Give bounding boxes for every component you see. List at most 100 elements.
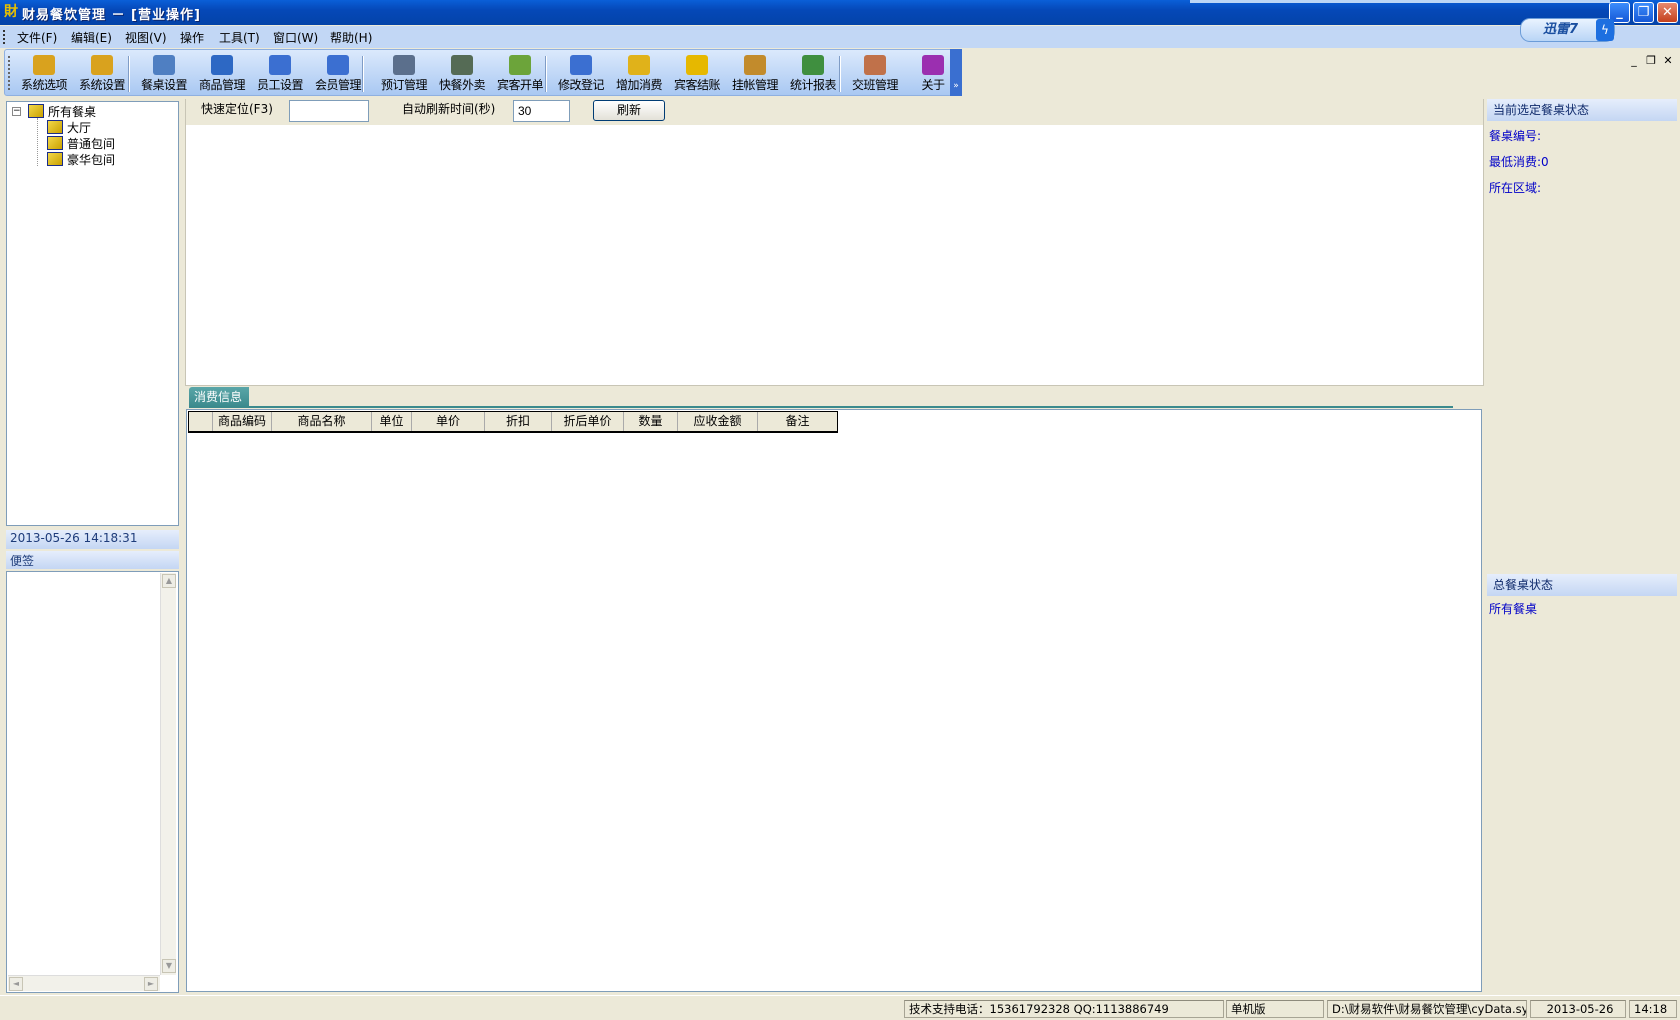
mdi-close-button[interactable]: ✕ [1662, 54, 1674, 68]
toolbar-button-money-bag[interactable]: 挂帐管理 [726, 53, 784, 95]
quick-locate-label: 快速定位(F3) [201, 102, 273, 116]
toolbar-button-label: 统计报表 [789, 78, 837, 92]
edition-label: 单机版 [1226, 1000, 1324, 1018]
grid-header-price[interactable]: 单价 [412, 412, 485, 431]
hammer-icon [91, 55, 113, 75]
tree-node-regular-room[interactable]: 普通包间 [47, 136, 115, 152]
toolbar-button-label: 商品管理 [198, 78, 246, 92]
toolbar-button-hammer[interactable]: 系统设置 [73, 53, 131, 95]
menu-operate[interactable]: 操作 [180, 30, 204, 46]
toolbar-button-gift[interactable]: 宾客开单 [491, 53, 549, 95]
database-path: D:\财易软件\财易餐饮管理\cyData.sy [1327, 1000, 1527, 1018]
tree-node-all-tables[interactable]: 所有餐桌 [28, 104, 96, 120]
tree-node-luxury-room[interactable]: 豪华包间 [47, 152, 115, 168]
scroll-down-icon[interactable]: ▼ [162, 959, 176, 973]
title-progress-strip [1190, 0, 1610, 3]
mdi-minimize-button[interactable]: _ [1628, 54, 1640, 68]
memo-horizontal-scrollbar[interactable]: ◄ ► [8, 975, 160, 991]
app-icon: 財 [4, 4, 18, 20]
folder-icon [47, 120, 63, 134]
grid-header-quantity[interactable]: 数量 [624, 412, 678, 431]
scroll-up-icon[interactable]: ▲ [162, 574, 176, 588]
toolbar-button-hammer[interactable]: 系统选项 [15, 53, 73, 95]
toolbar-separator [839, 56, 841, 92]
folder-icon [47, 152, 63, 166]
add-icon [628, 55, 650, 75]
grid-header-discounted-price[interactable]: 折后单价 [552, 412, 624, 431]
box-icon [211, 55, 233, 75]
selected-table-status-title: 当前选定餐桌状态 [1487, 99, 1677, 121]
grid-header-code[interactable]: 商品编码 [213, 412, 272, 431]
restore-button[interactable]: ❐ [1633, 2, 1654, 23]
refresh-button[interactable]: 刷新 [593, 100, 665, 121]
toolbar-separator [545, 56, 547, 92]
user-icon [269, 55, 291, 75]
toolbar-button-label: 会员管理 [314, 78, 362, 92]
tree-connector [37, 118, 38, 166]
datetime-display: 2013-05-26 14:18:31 [6, 530, 179, 549]
toolbar-button-bar-chart[interactable]: 统计报表 [784, 53, 842, 95]
auto-refresh-label: 自动刷新时间(秒) [402, 102, 496, 116]
all-tables-link[interactable]: 所有餐桌 [1489, 600, 1537, 617]
menu-grip [3, 30, 6, 44]
bar-chart-icon [802, 55, 824, 75]
tab-consumption-info[interactable]: 消费信息 [189, 387, 249, 407]
close-button[interactable]: ✕ [1657, 2, 1678, 23]
help-icon [922, 55, 944, 75]
title-bar: 財 财易餐饮管理 － [营业操作] _ ❐ ✕ [0, 0, 1680, 25]
mdi-restore-button[interactable]: ❐ [1645, 54, 1657, 68]
grid-header-unit[interactable]: 单位 [372, 412, 412, 431]
toolbar-button-box[interactable]: 商品管理 [193, 53, 251, 95]
table-number-label: 餐桌编号: [1489, 129, 1542, 143]
status-bar: 技术支持电话：15361792328 QQ:1113886749 单机版 D:\… [0, 995, 1680, 1020]
xunlei-bolt-icon[interactable]: ϟ [1596, 19, 1614, 41]
tree-collapse-icon[interactable]: − [12, 107, 21, 116]
tree-node-label: 大厅 [67, 121, 92, 135]
scroll-left-icon[interactable]: ◄ [9, 977, 23, 991]
toolbar-button-label: 餐桌设置 [140, 78, 188, 92]
auto-refresh-seconds-input[interactable] [513, 100, 570, 122]
quick-locate-input[interactable] [289, 100, 369, 122]
toolbar-button-handover[interactable]: 交班管理 [846, 53, 904, 95]
toolbar-button-label: 员工设置 [256, 78, 304, 92]
grid-header-indicator[interactable] [189, 412, 213, 431]
menu-help[interactable]: 帮助(H) [330, 30, 372, 46]
grid-header-remark[interactable]: 备注 [758, 412, 837, 431]
toolbar-separator [362, 56, 364, 92]
tree-node-hall[interactable]: 大厅 [47, 120, 91, 136]
window-title: 财易餐饮管理 － [营业操作] [22, 8, 201, 23]
scroll-right-icon[interactable]: ► [144, 977, 158, 991]
menu-window[interactable]: 窗口(W) [273, 30, 318, 46]
memo-textarea[interactable] [6, 571, 179, 993]
money-bag-icon [744, 55, 766, 75]
table-layout-area[interactable] [185, 99, 1484, 386]
toolbar-button-member[interactable]: 会员管理 [309, 53, 367, 95]
toolbar-button-label: 快餐外卖 [438, 78, 486, 92]
grid-header-name[interactable]: 商品名称 [272, 412, 372, 431]
toolbar-button-book[interactable]: 预订管理 [375, 53, 433, 95]
book-icon [393, 55, 415, 75]
area-label: 所在区域: [1489, 181, 1542, 195]
toolbar-button-user[interactable]: 员工设置 [251, 53, 309, 95]
toolbar-button-edit-user[interactable]: 修改登记 [552, 53, 610, 95]
menu-file[interactable]: 文件(F) [17, 30, 57, 46]
tree-node-label: 所有餐桌 [48, 105, 97, 119]
toolbar-button-add[interactable]: 增加消费 [610, 53, 668, 95]
toolbar-button-yen-coin[interactable]: 宾客结账 [668, 53, 726, 95]
consumption-grid[interactable] [186, 409, 1482, 992]
quick-locate-bar: 快速定位(F3) 自动刷新时间(秒) [186, 99, 1483, 125]
toolbar-button-label: 修改登记 [557, 78, 605, 92]
tree-node-label: 普通包间 [67, 137, 116, 151]
grid-header-amount[interactable]: 应收金额 [678, 412, 758, 431]
grid-header-discount[interactable]: 折扣 [485, 412, 552, 431]
memo-vertical-scrollbar[interactable]: ▲ ▼ [160, 573, 176, 975]
menu-edit[interactable]: 编辑(E) [71, 30, 112, 46]
toolbar-button-table[interactable]: 餐桌设置 [135, 53, 193, 95]
toolbar-overflow-chevron-icon[interactable]: » [950, 49, 962, 96]
handover-icon [864, 55, 886, 75]
toolbar-button-label: 宾客开单 [496, 78, 544, 92]
toolbar-button-phone[interactable]: 快餐外卖 [433, 53, 491, 95]
toolbar-button-label: 交班管理 [851, 78, 899, 92]
menu-view[interactable]: 视图(V) [125, 30, 167, 46]
menu-tools[interactable]: 工具(T) [219, 30, 260, 46]
